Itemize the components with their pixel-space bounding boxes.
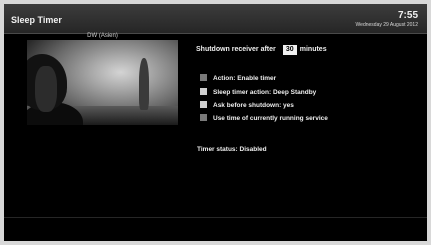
option-enable-timer[interactable]: Action: Enable timer <box>200 74 276 84</box>
option-ask-before-shutdown[interactable]: Ask before shutdown: yes <box>200 101 294 111</box>
option-sleep-action[interactable]: Sleep timer action: Deep Standby <box>200 88 316 98</box>
checkbox-icon[interactable] <box>200 114 207 121</box>
shutdown-label: Shutdown receiver after <box>196 46 276 53</box>
option-label: Action: Enable timer <box>213 75 277 82</box>
minutes-input[interactable]: 30 <box>282 45 297 55</box>
timer-status: Timer status: Disabled <box>197 146 267 153</box>
checkbox-icon[interactable] <box>200 101 207 108</box>
date: Wednesday 29 August 2012 <box>355 22 418 28</box>
preview-hair <box>35 66 57 112</box>
option-label: Ask before shutdown: yes <box>213 102 294 109</box>
option-label: Use time of currently running service <box>213 115 328 122</box>
preview-channel-name: DW (Asien) <box>87 33 118 39</box>
footer-divider <box>4 217 427 218</box>
clock: 7:55 <box>397 10 418 21</box>
option-use-service-time[interactable]: Use time of currently running service <box>200 114 328 124</box>
checkbox-icon[interactable] <box>200 88 207 95</box>
preview-figure <box>139 58 149 110</box>
checkbox-icon[interactable] <box>200 74 207 81</box>
shutdown-row: Shutdown receiver after 30 minutes <box>196 45 327 55</box>
minutes-unit: minutes <box>299 46 327 53</box>
sleep-timer-screen: Sleep Timer 7:55 Wednesday 29 August 201… <box>4 4 427 241</box>
option-label: Sleep timer action: Deep Standby <box>213 89 317 96</box>
header-bar: Sleep Timer 7:55 Wednesday 29 August 201… <box>4 4 427 34</box>
screen-title: Sleep Timer <box>11 15 62 25</box>
tv-preview <box>27 40 178 125</box>
